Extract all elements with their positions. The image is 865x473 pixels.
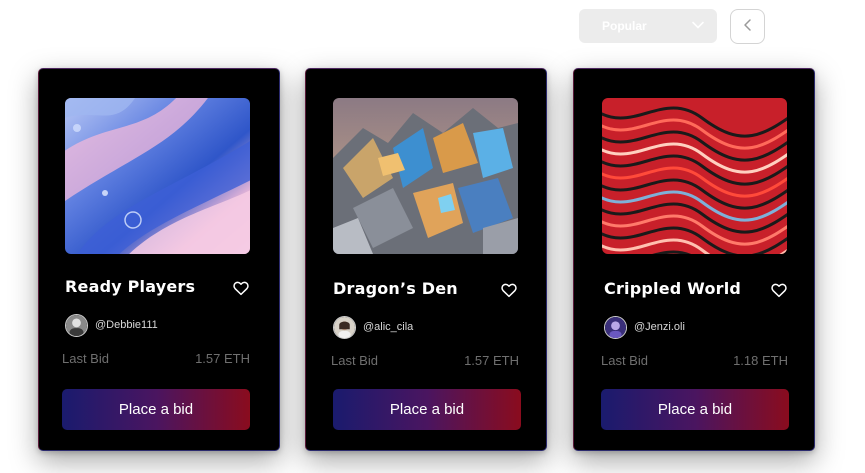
nft-artwork-image[interactable] <box>602 98 787 254</box>
sort-dropdown[interactable]: Popular <box>579 9 717 43</box>
creator-handle[interactable]: @Jenzi.oli <box>634 321 685 333</box>
sort-dropdown-label: Popular <box>602 19 647 33</box>
heart-icon[interactable] <box>770 281 788 299</box>
nft-card[interactable]: Ready Players @Debbie111 Last Bid 1.57 E… <box>38 68 280 451</box>
last-bid-label: Last Bid <box>62 351 109 366</box>
last-bid-value: 1.57 ETH <box>195 351 250 366</box>
avatar[interactable] <box>604 316 627 339</box>
last-bid-label: Last Bid <box>331 353 378 368</box>
previous-button[interactable] <box>730 9 765 44</box>
nft-title: Ready Players <box>65 277 196 296</box>
last-bid-value: 1.57 ETH <box>464 353 519 368</box>
avatar[interactable] <box>65 314 88 337</box>
nft-artwork-image[interactable] <box>65 98 250 254</box>
nft-title: Dragon’s Den <box>333 279 458 298</box>
heart-icon[interactable] <box>500 281 518 299</box>
chevron-down-icon <box>691 17 705 36</box>
last-bid-label: Last Bid <box>601 353 648 368</box>
nft-artwork-image[interactable] <box>333 98 518 254</box>
place-bid-button[interactable]: Place a bid <box>601 389 789 430</box>
place-bid-button[interactable]: Place a bid <box>333 389 521 430</box>
nft-card[interactable]: Crippled World @Jenzi.oli Last Bid 1.18 … <box>573 68 815 451</box>
nft-card[interactable]: Dragon’s Den @alic_cila Last Bid 1.57 ET… <box>305 68 547 451</box>
creator-handle[interactable]: @alic_cila <box>363 321 413 333</box>
last-bid-value: 1.18 ETH <box>733 353 788 368</box>
creator-handle[interactable]: @Debbie111 <box>95 319 158 331</box>
heart-icon[interactable] <box>232 279 250 297</box>
place-bid-button[interactable]: Place a bid <box>62 389 250 430</box>
chevron-left-icon <box>741 17 755 36</box>
avatar[interactable] <box>333 316 356 339</box>
nft-title: Crippled World <box>604 279 742 298</box>
